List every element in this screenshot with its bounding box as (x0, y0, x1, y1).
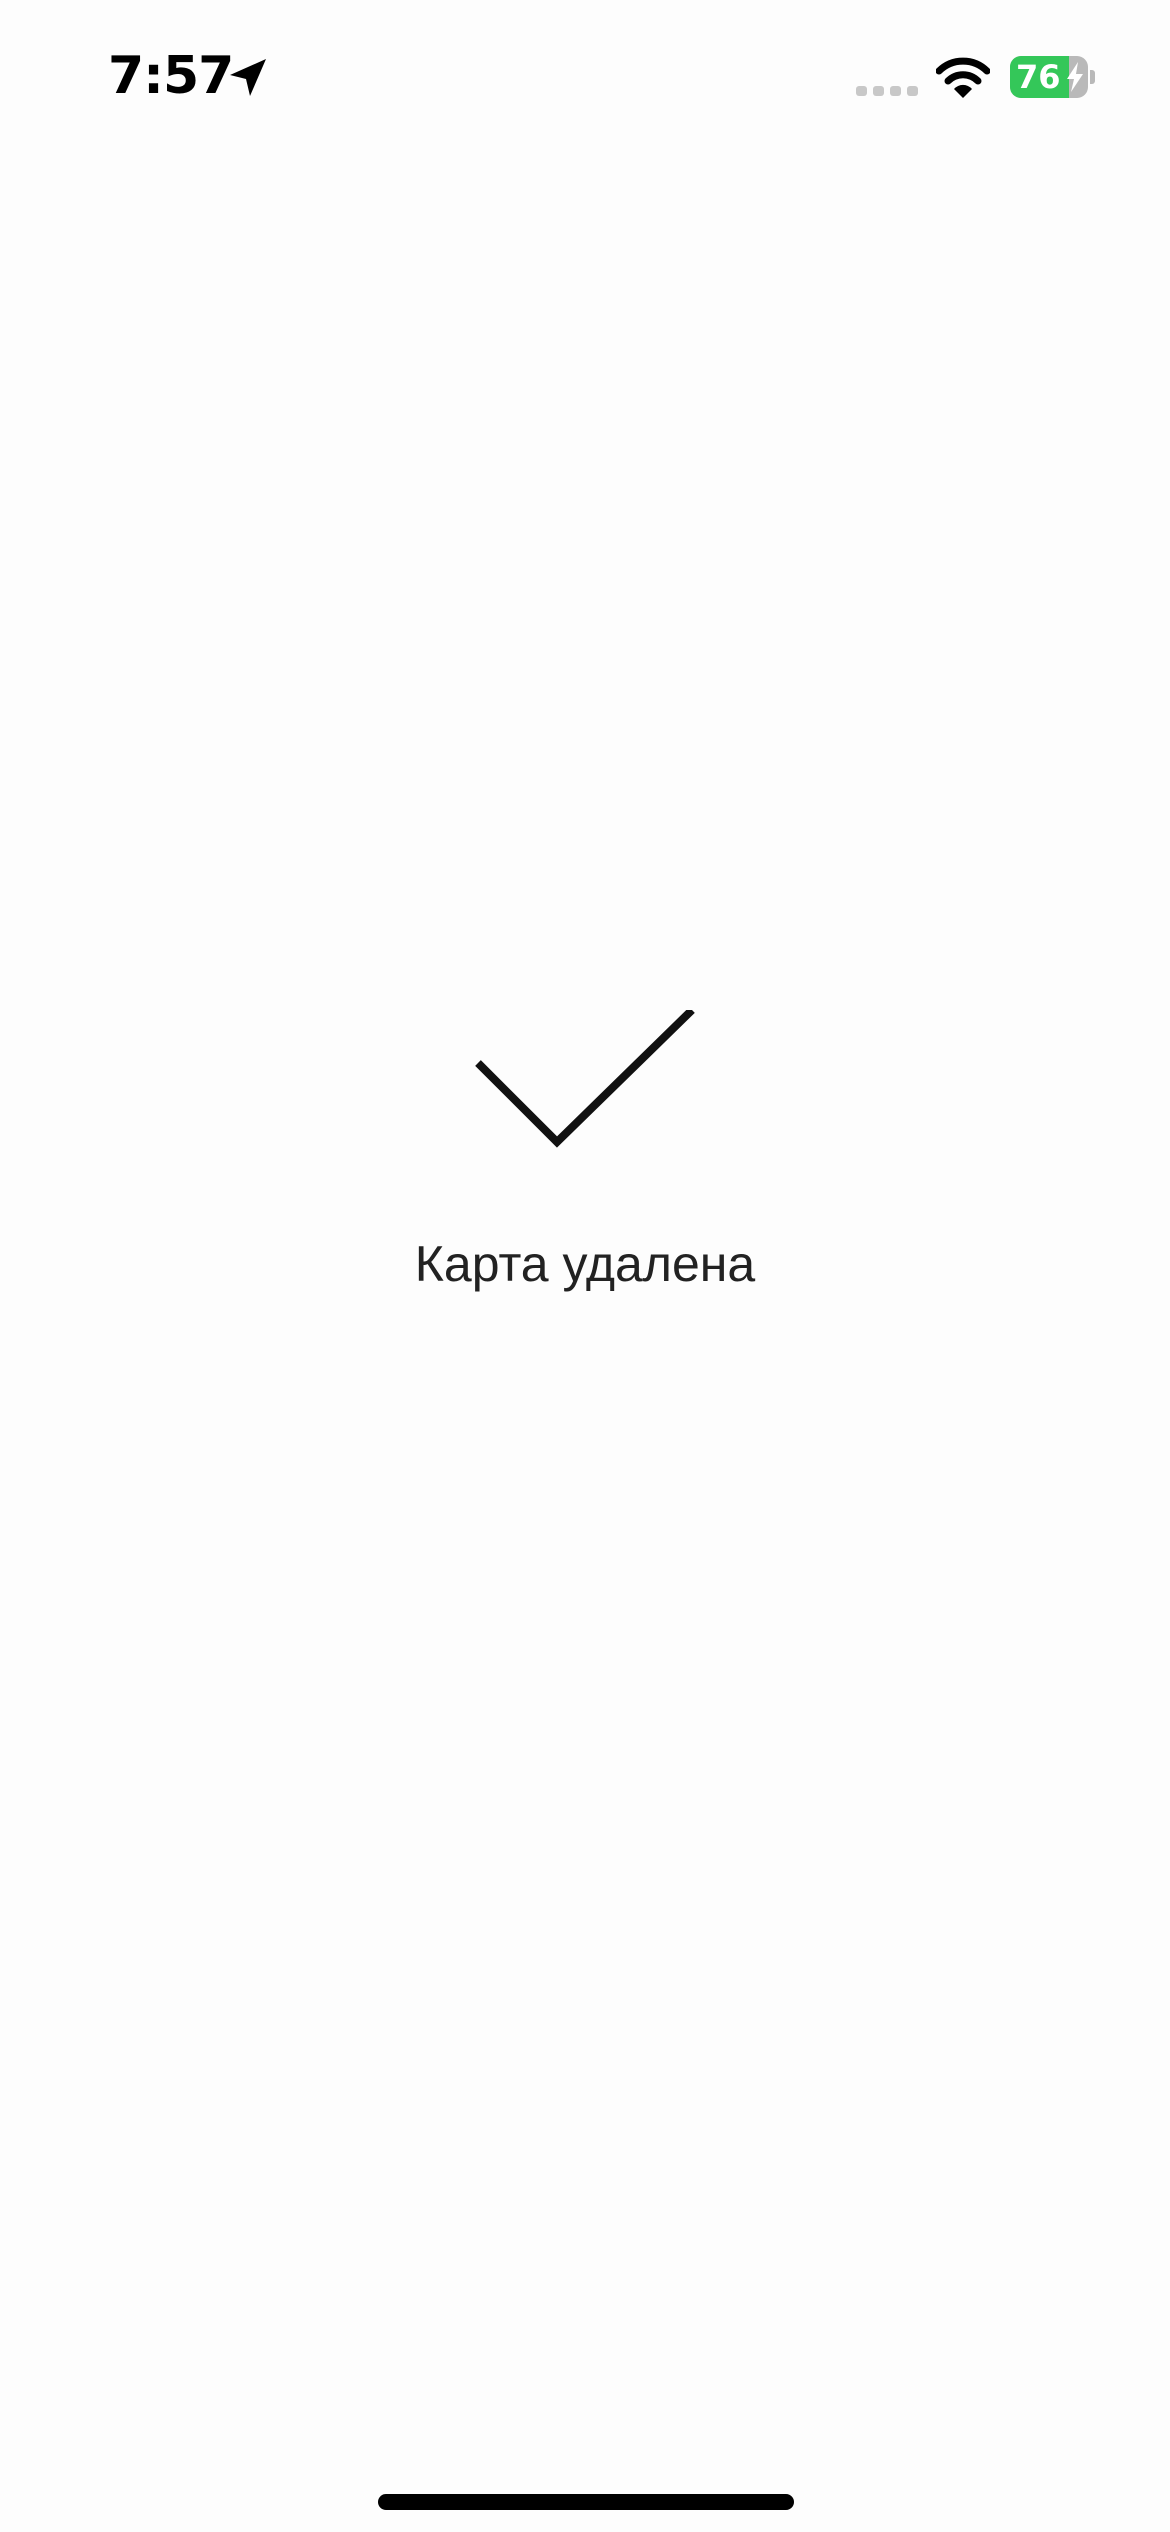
checkmark-icon (475, 1010, 695, 1148)
wifi-icon (936, 57, 990, 98)
battery-nub (1090, 70, 1095, 84)
cellular-signal-icon (856, 86, 918, 96)
battery-percentage: 76 (1016, 58, 1061, 96)
battery-shell: 76 (1010, 56, 1088, 98)
charging-bolt-icon (1067, 62, 1083, 92)
home-indicator[interactable] (378, 2494, 794, 2510)
battery-icon: 76 (1010, 56, 1095, 98)
card-deleted-message: Карта удалена (414, 1236, 756, 1292)
location-arrow-icon (230, 59, 266, 96)
status-time: 7:57 (108, 46, 234, 106)
status-bar: 7:57 76 (0, 0, 1170, 160)
